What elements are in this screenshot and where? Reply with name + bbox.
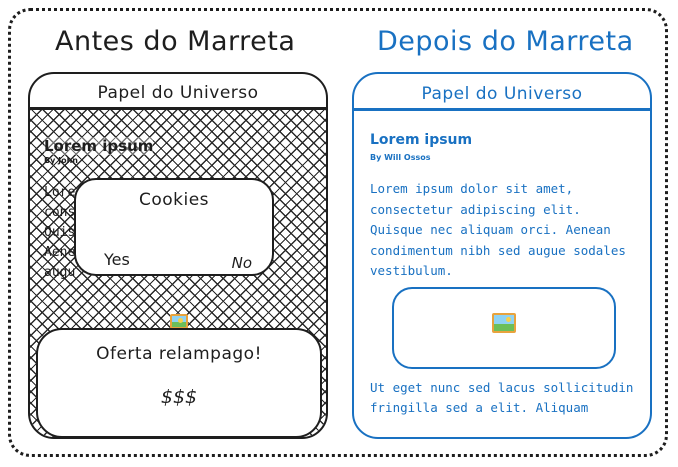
article-author-after: By Will Ossos <box>370 153 431 162</box>
heading-after: Depois do Marreta <box>377 26 634 57</box>
picture-icon <box>492 313 516 339</box>
phone-after: Papel do Universo Lorem ipsum By Will Os… <box>352 72 652 439</box>
article-body-after: Lorem ipsum dolor sit amet, consectetur … <box>370 181 626 278</box>
cookies-no-button[interactable]: No <box>232 254 252 272</box>
cookies-yes-button[interactable]: Yes <box>104 250 130 269</box>
heading-before: Antes do Marreta <box>55 26 296 57</box>
image-box <box>392 287 616 369</box>
article-author-before: By John <box>44 156 78 165</box>
header-divider-before <box>30 107 326 110</box>
article-body-after-more: Ut eget nunc sed lacus sollicitudin frin… <box>370 380 634 415</box>
site-title-before: Papel do Universo <box>97 83 259 103</box>
article-title-after: Lorem ipsum <box>370 132 473 148</box>
cookies-title: Cookies <box>138 190 210 210</box>
header-divider-after <box>354 108 650 111</box>
cookies-popup: Cookies Yes No <box>74 178 274 276</box>
offer-popup: Oferta relampago! $$$ <box>36 328 322 438</box>
offer-price: $$$ <box>160 386 198 408</box>
offer-title: Oferta relampago! <box>96 344 262 364</box>
site-title-after: Papel do Universo <box>421 84 583 104</box>
article-title-before: Lorem ipsum <box>44 137 154 155</box>
